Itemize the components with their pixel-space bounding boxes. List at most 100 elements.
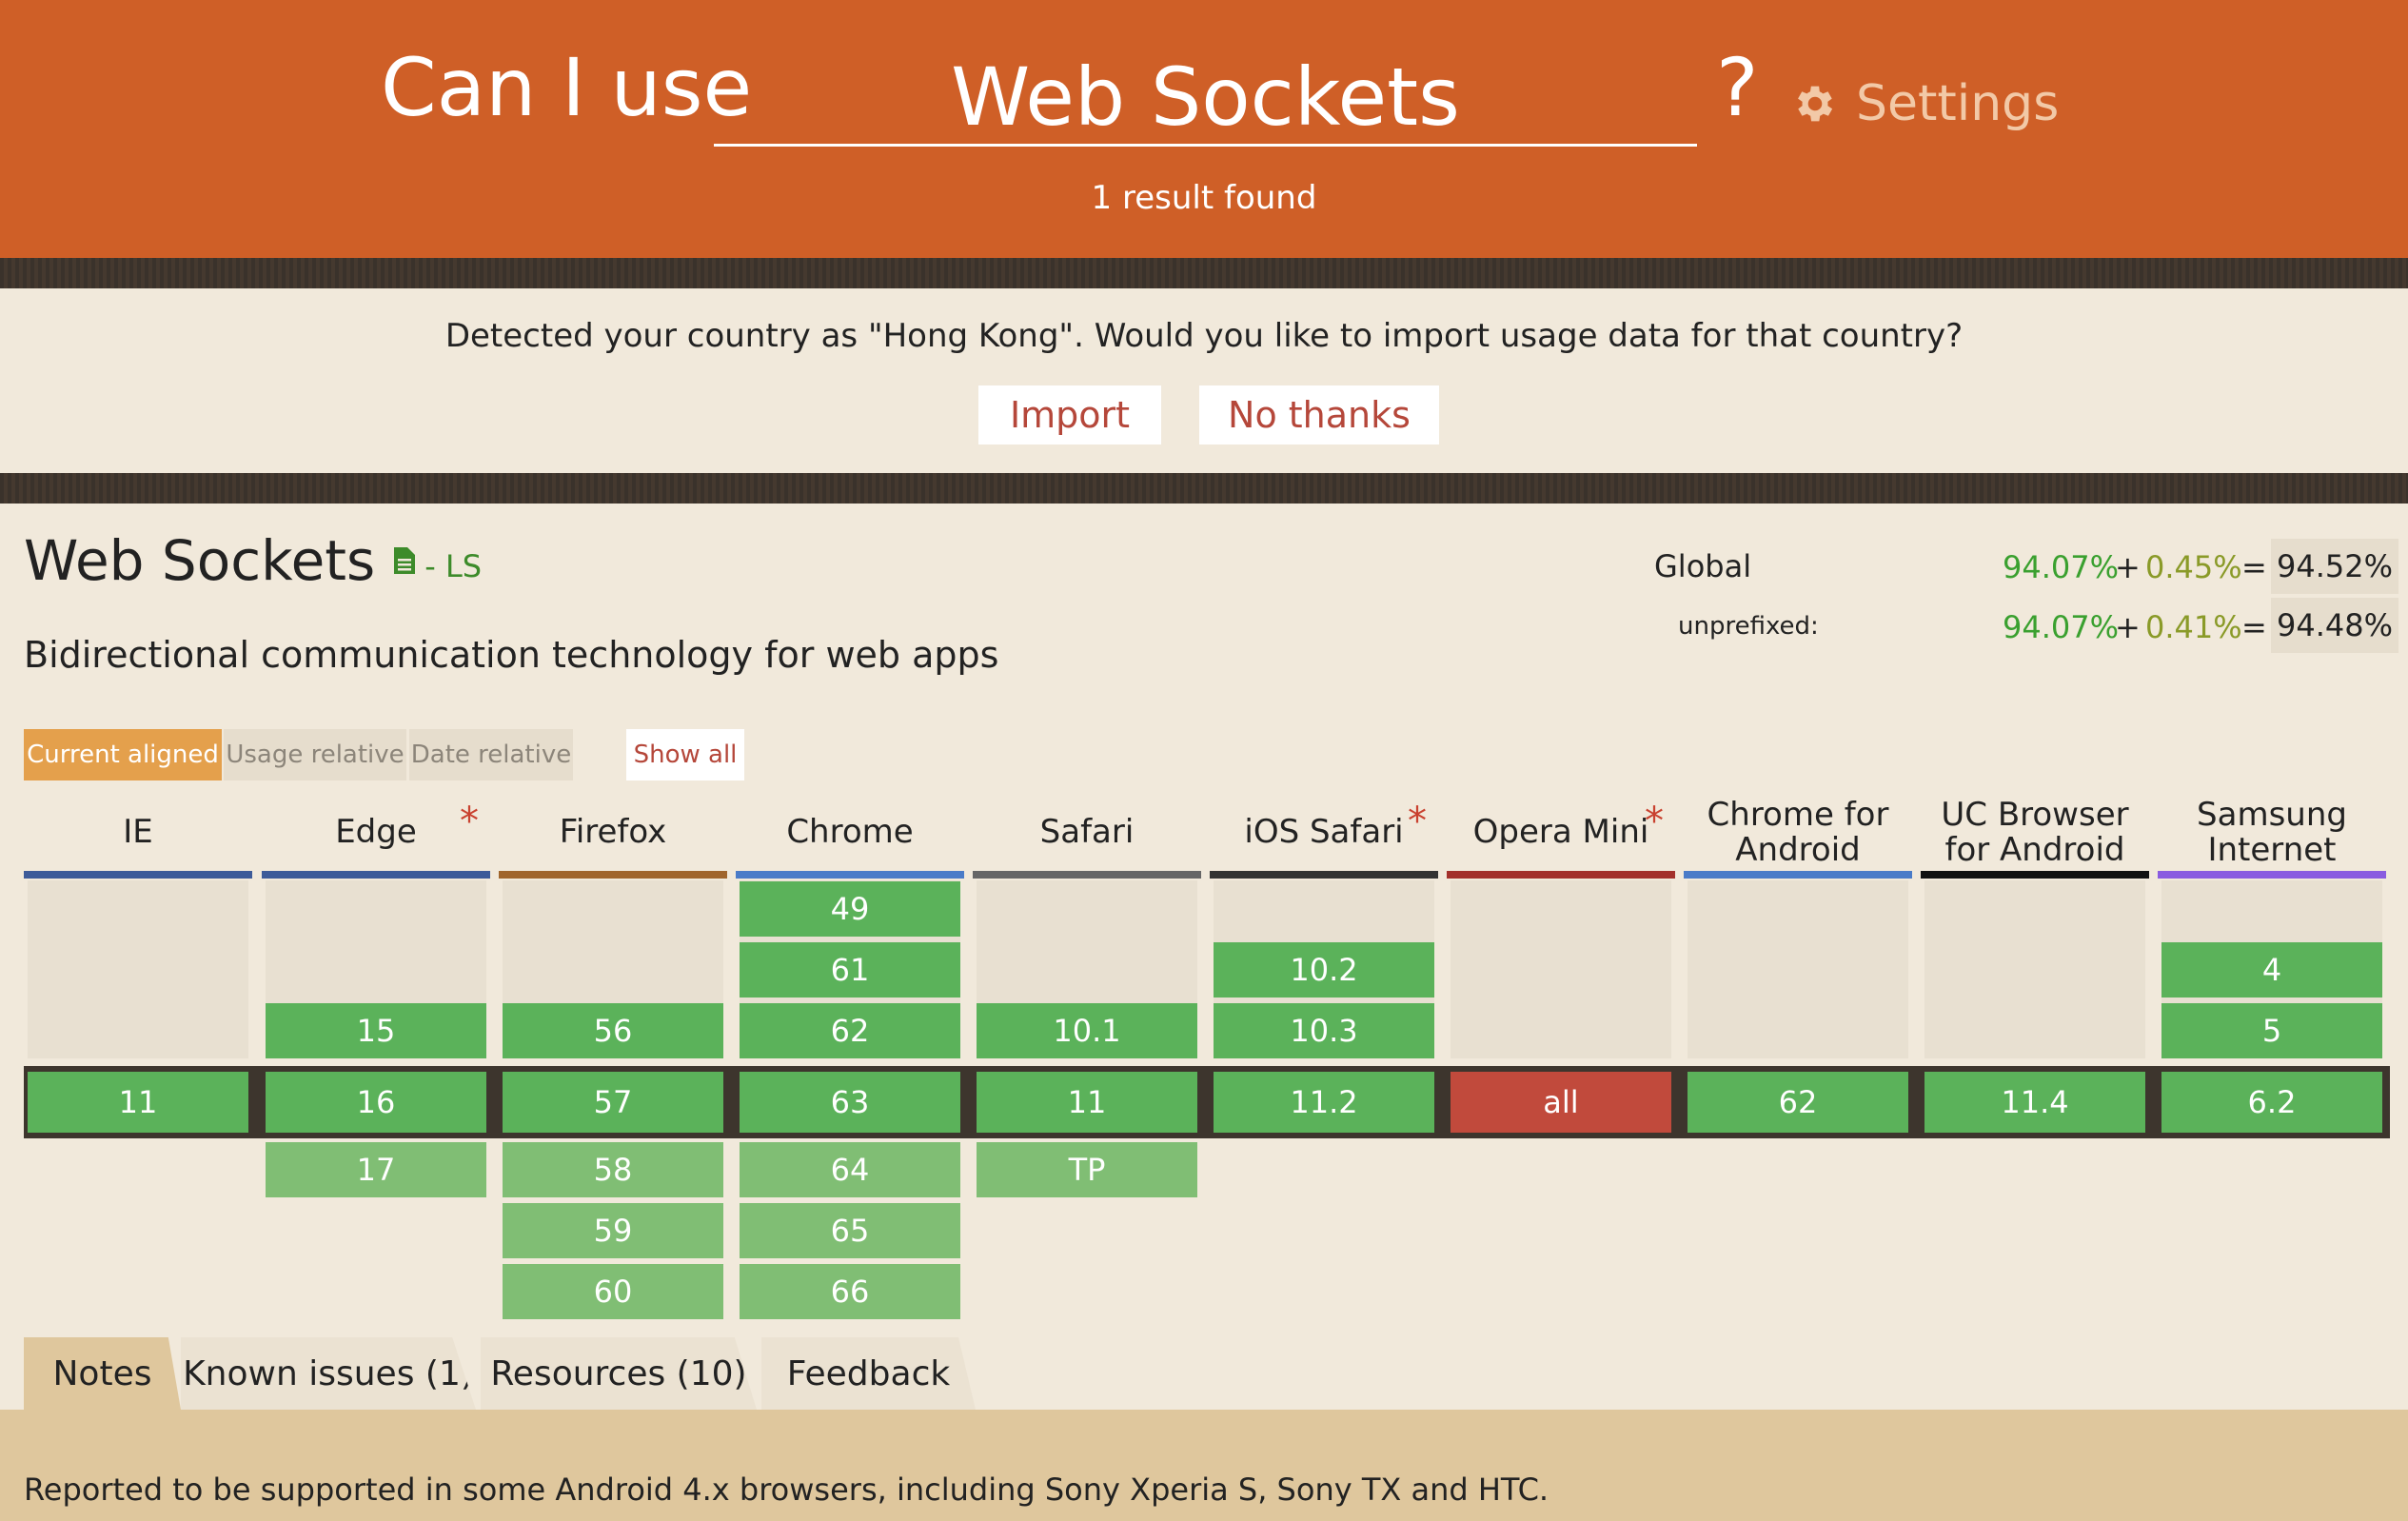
note-asterisk-icon[interactable]: *	[460, 800, 479, 843]
site-title[interactable]: Can I use	[381, 48, 752, 128]
spec-status[interactable]: - LS	[424, 548, 482, 584]
browser-column-chrome-for-android: Chrome for Android	[1684, 795, 1912, 879]
tab-known-issues[interactable]: Known issues (1)	[181, 1337, 476, 1410]
version-cell-past[interactable]: 4	[2161, 942, 2382, 998]
browser-column-edge: Edge	[262, 795, 490, 879]
version-cell-past[interactable]: 49	[740, 881, 960, 937]
equals-sign: =	[2241, 549, 2267, 585]
version-cell-future[interactable]: 58	[503, 1142, 723, 1197]
show-all-button[interactable]: Show all	[626, 729, 744, 780]
spec-document-icon[interactable]	[394, 547, 416, 574]
version-cell-current[interactable]: 11.4	[1924, 1072, 2145, 1133]
global-total: 94.52%	[2271, 539, 2398, 594]
settings-button[interactable]: Settings	[1791, 75, 2060, 132]
version-cell-current[interactable]: 11	[28, 1072, 248, 1133]
tab-resources[interactable]: Resources (10)	[481, 1337, 757, 1410]
browser-name[interactable]: Edge	[262, 795, 490, 871]
browser-name[interactable]: iOS Safari	[1210, 795, 1438, 871]
version-cell-past[interactable]: 61	[740, 942, 960, 998]
version-cell-current[interactable]: 62	[1688, 1072, 1908, 1133]
version-cell-future[interactable]: 60	[503, 1264, 723, 1319]
browser-name[interactable]: Chrome for Android	[1684, 795, 1912, 871]
unprefixed-total: 94.48%	[2271, 598, 2398, 653]
browser-name[interactable]: Chrome	[736, 795, 964, 871]
browser-color-bar	[262, 871, 490, 879]
version-cell-past[interactable]: 15	[266, 1003, 486, 1058]
version-cell-future[interactable]: TP	[977, 1142, 1197, 1197]
import-button[interactable]: Import	[978, 385, 1161, 444]
divider-stripe	[0, 258, 2408, 288]
browser-name[interactable]: IE	[24, 795, 252, 871]
version-cell-past[interactable]: 10.2	[1214, 942, 1434, 998]
browser-color-bar	[1921, 871, 2149, 879]
browser-name[interactable]: Opera Mini	[1447, 795, 1675, 871]
browser-column-chrome: Chrome	[736, 795, 964, 879]
note-asterisk-icon[interactable]: *	[1408, 800, 1427, 843]
version-cell-current[interactable]: 57	[503, 1072, 723, 1133]
tab-notes[interactable]: Notes	[24, 1337, 181, 1410]
gear-icon	[1798, 86, 1833, 122]
version-cell-future[interactable]: 65	[740, 1203, 960, 1258]
browser-name[interactable]: Firefox	[499, 795, 727, 871]
empty-past-area	[28, 880, 248, 1058]
browser-column-opera-mini: Opera Mini	[1447, 795, 1675, 879]
header: Can I use Web Sockets ? Settings 1 resul…	[0, 0, 2408, 258]
browser-color-bar	[24, 871, 252, 879]
unprefixed-label: unprefixed:	[1678, 612, 1819, 641]
note-asterisk-icon[interactable]: *	[1645, 800, 1664, 843]
result-count: 1 result found	[1091, 179, 1317, 217]
date-relative-button[interactable]: Date relative	[409, 729, 573, 780]
version-cell-current[interactable]: 6.2	[2161, 1072, 2382, 1133]
empty-past-area	[1688, 880, 1908, 1058]
browser-name[interactable]: Safari	[973, 795, 1201, 871]
divider-stripe	[0, 473, 2408, 504]
feature-description: Bidirectional communication technology f…	[24, 634, 999, 676]
equals-sign: =	[2241, 609, 2267, 645]
notes-panel: Reported to be supported in some Android…	[0, 1410, 2408, 1521]
tab-feedback[interactable]: Feedback	[761, 1337, 976, 1410]
browser-color-bar	[499, 871, 727, 879]
version-cell-current[interactable]: 11	[977, 1072, 1197, 1133]
version-cell-past[interactable]: 62	[740, 1003, 960, 1058]
version-cell-past[interactable]: 5	[2161, 1003, 2382, 1058]
browser-column-ios-safari: iOS Safari	[1210, 795, 1438, 879]
version-cell-future[interactable]: 64	[740, 1142, 960, 1197]
current-aligned-button[interactable]: Current aligned	[24, 729, 222, 780]
version-cell-current[interactable]: 11.2	[1214, 1072, 1434, 1133]
plus-sign: +	[2115, 609, 2141, 645]
feature-heading: Web Sockets - LS	[24, 528, 482, 593]
feature-title[interactable]: Web Sockets	[24, 528, 375, 593]
version-cell-past[interactable]: 56	[503, 1003, 723, 1058]
notes-text: Reported to be supported in some Android…	[24, 1472, 1549, 1508]
empty-past-area	[1924, 880, 2145, 1058]
browser-color-bar	[1210, 871, 1438, 879]
help-link[interactable]: ?	[1716, 48, 1759, 128]
browser-column-firefox: Firefox	[499, 795, 727, 879]
browser-column-samsung-internet: Samsung Internet	[2158, 795, 2386, 879]
global-full-support: 94.07%	[2003, 549, 2120, 585]
browser-name[interactable]: Samsung Internet	[2158, 795, 2386, 871]
browser-name[interactable]: UC Browser for Android	[1921, 795, 2149, 871]
settings-label: Settings	[1856, 75, 2060, 132]
browser-column-ie: IE	[24, 795, 252, 879]
global-label: Global	[1654, 548, 1752, 584]
version-cell-past[interactable]: 10.3	[1214, 1003, 1434, 1058]
usage-relative-button[interactable]: Usage relative	[224, 729, 406, 780]
version-cell-past[interactable]: 10.1	[977, 1003, 1197, 1058]
version-cell-current[interactable]: 16	[266, 1072, 486, 1133]
no-thanks-button[interactable]: No thanks	[1199, 385, 1439, 444]
version-cell-current[interactable]: 63	[740, 1072, 960, 1133]
search-input[interactable]: Web Sockets	[714, 48, 1697, 147]
browser-color-bar	[973, 871, 1201, 879]
browser-color-bar	[736, 871, 964, 879]
country-message: Detected your country as "Hong Kong". Wo…	[444, 317, 1964, 355]
plus-sign: +	[2115, 549, 2141, 585]
global-partial-support: 0.45%	[2145, 549, 2242, 585]
version-cell-current[interactable]: all	[1451, 1072, 1671, 1133]
version-cell-future[interactable]: 17	[266, 1142, 486, 1197]
browser-color-bar	[2158, 871, 2386, 879]
version-cell-future[interactable]: 66	[740, 1264, 960, 1319]
browser-column-uc-browser-for-android: UC Browser for Android	[1921, 795, 2149, 879]
browser-column-safari: Safari	[973, 795, 1201, 879]
version-cell-future[interactable]: 59	[503, 1203, 723, 1258]
